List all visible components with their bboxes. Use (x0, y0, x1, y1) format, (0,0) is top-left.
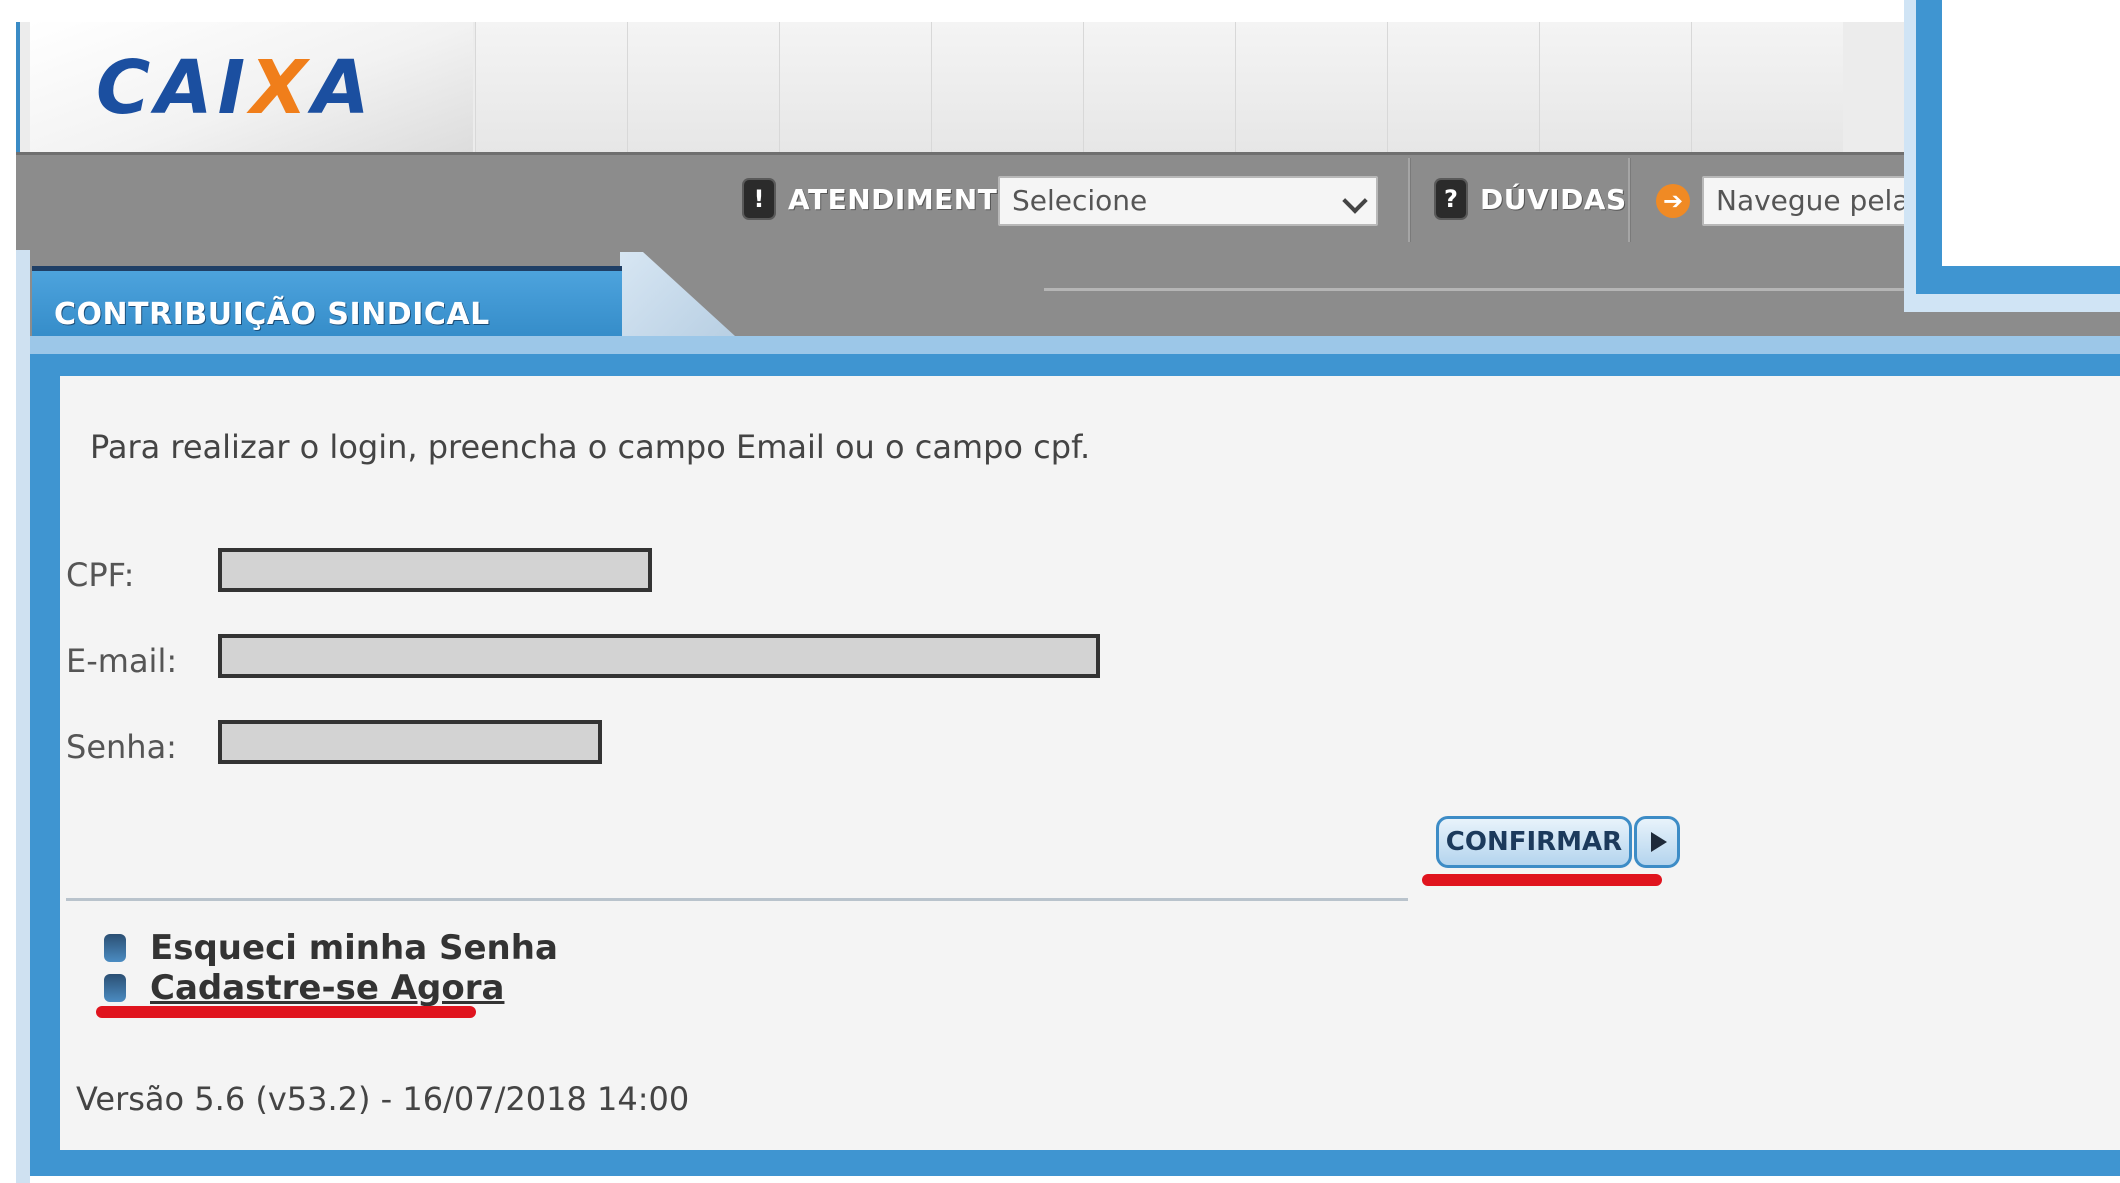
atendimento-select[interactable]: Selecione (998, 176, 1378, 226)
header-decoration (475, 22, 1843, 155)
header-cell (1387, 22, 1539, 155)
duvidas-label: DÚVIDAS (1480, 182, 1627, 216)
senha-label: Senha: (66, 728, 177, 766)
nav-separator (1408, 158, 1411, 242)
register-now-label: Cadastre-se Agora (150, 968, 505, 1008)
red-highlight-underline (1422, 874, 1662, 886)
header-cell (475, 22, 627, 155)
header-cell (1235, 22, 1387, 155)
question-icon: ? (1436, 180, 1466, 218)
atendimento-menu[interactable]: ! ATENDIMENTO (744, 180, 1022, 218)
register-now-link[interactable]: Cadastre-se Agora (104, 968, 504, 1008)
exclamation-icon: ! (744, 180, 774, 218)
version-text: Versão 5.6 (v53.2) - 16/07/2018 14:00 (76, 1080, 690, 1118)
header-cell (1539, 22, 1691, 155)
forgot-password-link[interactable]: Esqueci minha Senha (104, 928, 558, 968)
atendimento-select-value: Selecione (1012, 184, 1148, 217)
overlay-window-body (1942, 0, 2120, 266)
section-divider (66, 898, 1408, 901)
header-cell (1083, 22, 1235, 155)
email-label: E-mail: (66, 642, 178, 680)
login-instructions: Para realizar o login, preencha o campo … (90, 428, 1091, 466)
atendimento-label: ATENDIMENTO (788, 182, 1022, 216)
cpf-input[interactable] (218, 548, 652, 592)
red-highlight-underline (96, 1006, 476, 1018)
senha-input[interactable] (218, 720, 602, 764)
bullet-icon (104, 934, 126, 962)
panel-edge (16, 250, 30, 1183)
forgot-password-label: Esqueci minha Senha (150, 928, 558, 968)
navegue-select-value: Navegue pela (1716, 184, 1910, 217)
confirm-button[interactable]: CONFIRMAR (1436, 816, 1632, 868)
header-cell (931, 22, 1083, 155)
duvidas-menu[interactable]: ? DÚVIDAS (1436, 180, 1627, 218)
arrow-right-icon: ➔ (1656, 184, 1690, 218)
email-input[interactable] (218, 634, 1100, 678)
header-cell (1691, 22, 1843, 155)
header-cell (627, 22, 779, 155)
cpf-label: CPF: (66, 556, 135, 594)
bullet-icon (104, 974, 126, 1002)
tab-band-inner (30, 354, 2120, 376)
caixa-logo[interactable]: CAIXA (96, 48, 396, 128)
play-arrow-icon[interactable] (1634, 816, 1680, 868)
nav-separator (1628, 158, 1631, 242)
header-cell (779, 22, 931, 155)
chevron-down-icon (1342, 188, 1368, 214)
login-panel (30, 376, 2120, 1176)
caixa-app: CAIXA ! ATENDIMENTO Selecione ? DÚVIDAS … (0, 0, 2120, 1183)
